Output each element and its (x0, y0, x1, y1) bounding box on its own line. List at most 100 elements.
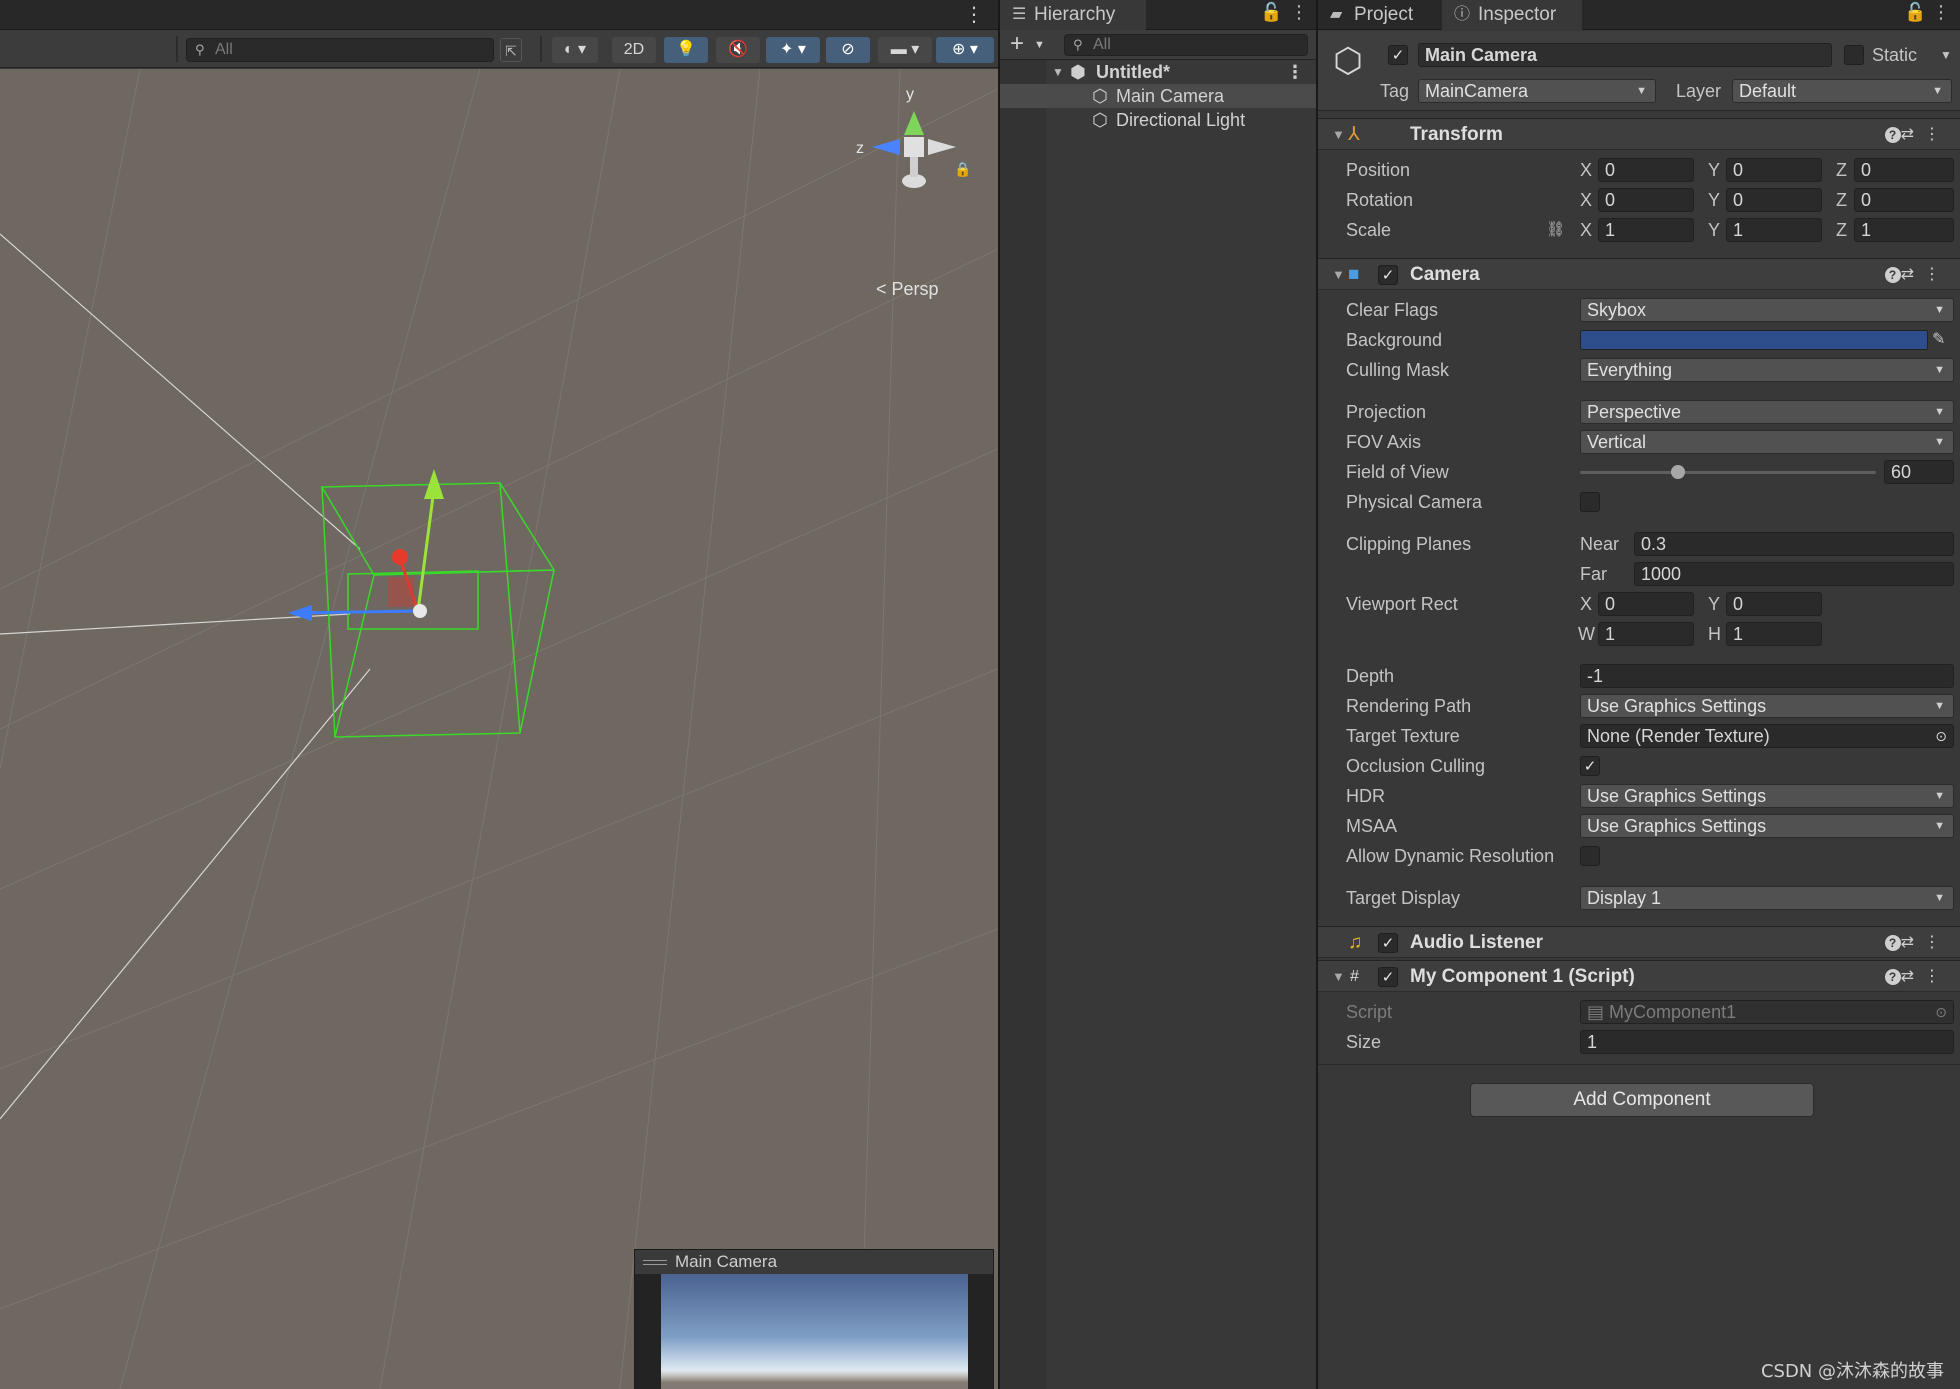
static-checkbox[interactable] (1844, 45, 1864, 65)
tab-inspector[interactable]: ⓘ Inspector (1442, 0, 1582, 30)
transform-header[interactable]: ▼ ⅄ Transform ? ⇄⋮ (1318, 118, 1960, 150)
position-z-field[interactable]: 0 (1854, 158, 1954, 182)
dynamic-resolution-checkbox[interactable] (1580, 846, 1600, 866)
my-component-enabled-checkbox[interactable]: ✓ (1378, 967, 1398, 987)
add-component-button[interactable]: Add Component (1470, 1083, 1814, 1117)
camera-enabled-checkbox[interactable]: ✓ (1378, 265, 1398, 285)
lock-icon[interactable]: 🔓 (1904, 2, 1926, 23)
my-component-header[interactable]: ▼ # ✓ My Component 1 (Script) ? ⇄⋮ (1318, 960, 1960, 992)
help-icon[interactable]: ? (1884, 267, 1901, 283)
fov-axis-dropdown[interactable]: Vertical ▼ (1580, 430, 1954, 454)
far-field[interactable]: 1000 (1634, 562, 1954, 586)
target-display-dropdown[interactable]: Display 1 ▼ (1580, 886, 1954, 910)
audio-toggle-button[interactable]: 🔇 (716, 37, 760, 63)
fov-slider-track[interactable] (1580, 471, 1876, 474)
background-color-swatch[interactable] (1580, 330, 1928, 350)
object-name-field[interactable]: Main Camera (1418, 43, 1832, 67)
scale-z-field[interactable]: 1 (1854, 218, 1954, 242)
component-menu-icon[interactable]: ⋮ (1924, 266, 1950, 283)
viewport-x-field[interactable]: 0 (1598, 592, 1694, 616)
depth-field[interactable]: -1 (1580, 664, 1954, 688)
constrain-proportions-icon[interactable]: ⛓ (1546, 218, 1565, 242)
gameobject-cube-icon[interactable]: ⬡ (1328, 41, 1368, 81)
create-dropdown-icon[interactable]: ▼ (1034, 30, 1045, 60)
rotation-y-field[interactable]: 0 (1726, 188, 1822, 212)
scene-search-input[interactable]: ⚲ All (186, 38, 494, 62)
scale-x-field[interactable]: 1 (1598, 218, 1694, 242)
fov-field[interactable]: 60 (1884, 460, 1954, 484)
fov-slider-knob[interactable] (1670, 465, 1685, 479)
audio-listener-header[interactable]: ♫ ✓ Audio Listener ? ⇄⋮ (1318, 926, 1960, 958)
help-icon[interactable]: ? (1884, 969, 1901, 985)
scene-root-item[interactable]: ▼ ⬢ Untitled* ⋮ (1000, 60, 1316, 84)
hdr-dropdown[interactable]: Use Graphics Settings ▼ (1580, 784, 1954, 808)
inspector-menu-icon[interactable]: ⋮ (1932, 2, 1950, 23)
rotation-z-field[interactable]: 0 (1854, 188, 1954, 212)
lighting-toggle-button[interactable]: 💡 (664, 37, 708, 63)
static-dropdown-icon[interactable]: ▼ (1940, 43, 1952, 67)
projection-toggle[interactable]: < Persp (876, 279, 939, 300)
rendering-path-dropdown[interactable]: Use Graphics Settings ▼ (1580, 694, 1954, 718)
tag-dropdown[interactable]: MainCamera ▼ (1418, 79, 1656, 103)
help-icon[interactable]: ? (1884, 127, 1901, 143)
msaa-dropdown[interactable]: Use Graphics Settings ▼ (1580, 814, 1954, 838)
target-texture-field[interactable]: None (Render Texture) ⊙ (1580, 724, 1954, 748)
scene-menu-icon[interactable]: ⋮ (964, 2, 984, 27)
lock-icon[interactable]: 🔒 (954, 161, 971, 178)
expand-arrow-icon[interactable]: ▼ (1052, 60, 1064, 84)
position-x-field[interactable]: 0 (1598, 158, 1694, 182)
camera-header[interactable]: ▼ ■ ✓ Camera ? ⇄⋮ (1318, 258, 1960, 290)
projection-value: Perspective (1587, 402, 1682, 422)
shading-mode-button[interactable]: ◐ ▾ (552, 37, 598, 63)
rotation-x-field[interactable]: 0 (1598, 188, 1694, 212)
occlusion-culling-checkbox[interactable]: ✓ (1580, 756, 1600, 776)
hierarchy-item-main-camera[interactable]: ⬡ Main Camera (1000, 84, 1316, 108)
help-icon[interactable]: ? (1884, 935, 1901, 951)
layer-dropdown[interactable]: Default ▼ (1732, 79, 1952, 103)
hierarchy-item-directional-light[interactable]: ⬡ Directional Light (1000, 108, 1316, 132)
camera-preview-header[interactable]: Main Camera (635, 1250, 993, 1274)
presets-icon[interactable]: ⇄ (1901, 266, 1924, 283)
camera-preview-overlay[interactable]: Main Camera (634, 1249, 994, 1389)
fold-arrow-icon[interactable]: ▼ (1332, 259, 1345, 291)
presets-icon[interactable]: ⇄ (1901, 934, 1924, 951)
search-by-type-button[interactable]: ⇱ (500, 38, 522, 62)
tab-hierarchy[interactable]: ☰ Hierarchy (1000, 0, 1146, 30)
size-field[interactable]: 1 (1580, 1030, 1954, 1054)
presets-icon[interactable]: ⇄ (1901, 968, 1924, 985)
camera-settings-button[interactable]: ▬ ▾ (878, 37, 932, 63)
viewport-w-field[interactable]: 1 (1598, 622, 1694, 646)
scale-y-field[interactable]: 1 (1726, 218, 1822, 242)
eyedropper-icon[interactable]: ✎ (1932, 328, 1945, 352)
clear-flags-dropdown[interactable]: Skybox ▼ (1580, 298, 1954, 322)
component-menu-icon[interactable]: ⋮ (1924, 126, 1950, 143)
scene-menu-icon[interactable]: ⋮ (1286, 60, 1304, 84)
scene-viewport[interactable]: y z 🔒 < Persp Main Camera (0, 69, 998, 1389)
tab-project[interactable]: ▰ Project (1318, 0, 1436, 30)
object-picker-icon[interactable]: ⊙ (1935, 725, 1947, 747)
hierarchy-search-input[interactable]: ⚲ All (1064, 34, 1308, 56)
axis-y-label: Y (1708, 220, 1721, 240)
fold-arrow-icon[interactable]: ▼ (1332, 119, 1345, 151)
drag-handle-icon[interactable] (643, 1260, 667, 1265)
gizmos-button[interactable]: ⊕ ▾ (936, 37, 994, 63)
fold-arrow-icon[interactable]: ▼ (1332, 961, 1345, 993)
component-menu-icon[interactable]: ⋮ (1924, 968, 1950, 985)
hidden-objects-toggle-button[interactable]: ⊘ (826, 37, 870, 63)
culling-mask-dropdown[interactable]: Everything ▼ (1580, 358, 1954, 382)
create-button[interactable]: + (1010, 30, 1024, 58)
component-menu-icon[interactable]: ⋮ (1924, 934, 1950, 951)
viewport-y-field[interactable]: 0 (1726, 592, 1822, 616)
viewport-h-field[interactable]: 1 (1726, 622, 1822, 646)
active-checkbox[interactable]: ✓ (1388, 45, 1408, 65)
projection-dropdown[interactable]: Perspective ▼ (1580, 400, 1954, 424)
physical-camera-checkbox[interactable] (1580, 492, 1600, 512)
near-field[interactable]: 0.3 (1634, 532, 1954, 556)
lock-icon[interactable]: 🔓 (1260, 2, 1282, 23)
hierarchy-menu-icon[interactable]: ⋮ (1290, 2, 1308, 23)
position-y-field[interactable]: 0 (1726, 158, 1822, 182)
toggle-2d-button[interactable]: 2D (612, 37, 656, 63)
presets-icon[interactable]: ⇄ (1901, 126, 1924, 143)
audio-listener-enabled-checkbox[interactable]: ✓ (1378, 933, 1398, 953)
effects-toggle-button[interactable]: ✦ ▾ (766, 37, 820, 63)
